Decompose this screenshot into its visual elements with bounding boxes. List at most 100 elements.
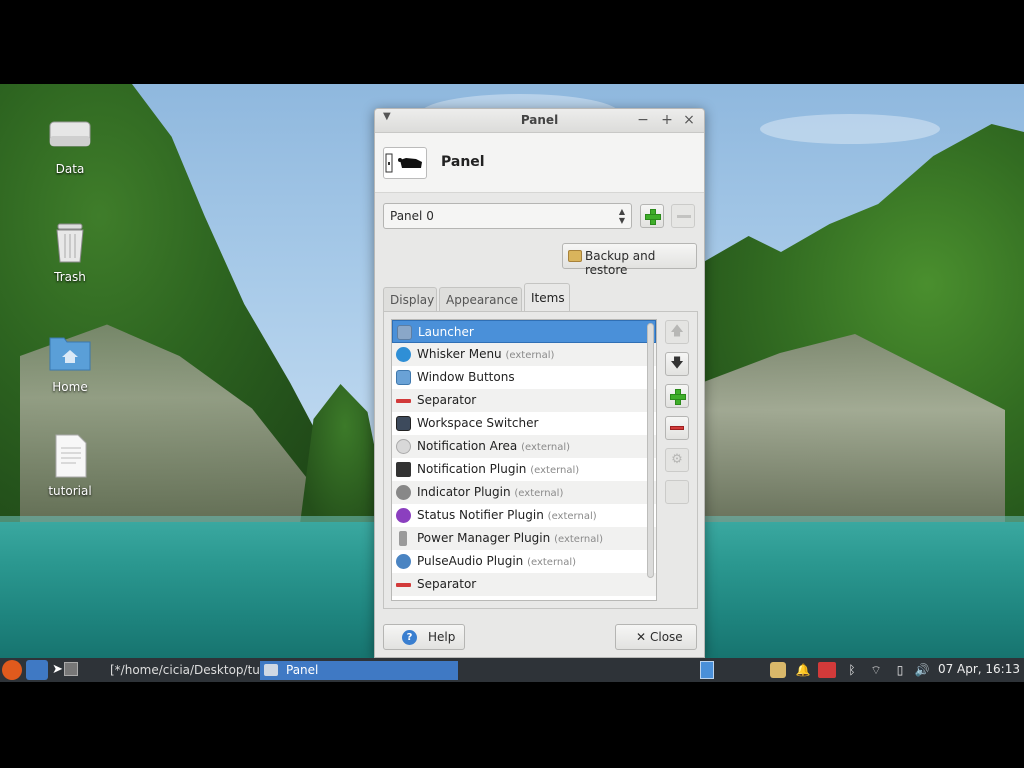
backup-restore-button[interactable]: Backup and restore xyxy=(562,243,697,277)
item-name: Separator xyxy=(417,393,477,407)
panel-select-value: Panel 0 xyxy=(390,209,434,223)
notification-plugin-icon xyxy=(396,462,411,477)
home-folder-icon xyxy=(48,330,92,374)
volume-icon[interactable]: 🔊 xyxy=(914,662,930,678)
close-icon: ✕ xyxy=(636,630,647,644)
item-properties-button[interactable]: ⚙ xyxy=(665,448,689,472)
task-panel[interactable]: Panel xyxy=(260,661,458,680)
desktop-icon-label: tutorial xyxy=(48,484,92,498)
tab-items[interactable]: Items xyxy=(524,283,570,313)
remove-icon xyxy=(677,215,691,218)
desktop-icon-trash[interactable]: Trash xyxy=(36,220,104,284)
list-item[interactable]: Launcher xyxy=(392,320,656,343)
task-label: [*/home/cicia/Desktop/tutori... xyxy=(110,663,260,677)
ubuntu-menu-icon[interactable] xyxy=(2,660,22,680)
bluetooth-icon[interactable]: ᛒ xyxy=(844,662,860,678)
panel-select[interactable]: Panel 0 ▲ ▼ xyxy=(383,203,632,229)
help-label: Help xyxy=(428,630,456,644)
item-name: Status Notifier Plugin xyxy=(417,508,544,522)
move-up-button[interactable]: 🡅 xyxy=(665,320,689,344)
dialog-header: Panel xyxy=(375,133,704,193)
wifi-icon[interactable]: ⌔ xyxy=(868,662,884,678)
remove-panel-button[interactable] xyxy=(671,204,695,228)
item-external-tag: (external) xyxy=(530,465,580,476)
item-name: Launcher xyxy=(418,325,474,339)
item-name: Notification Area xyxy=(417,439,518,453)
desktop-icon-data[interactable]: Data xyxy=(36,112,104,176)
tab-label: Display xyxy=(390,293,435,307)
item-external-tag: (external) xyxy=(527,557,577,568)
minimize-icon[interactable]: − xyxy=(634,111,652,129)
pointer-icon: ➤ xyxy=(52,662,63,677)
remove-item-button[interactable] xyxy=(665,416,689,440)
window-titlebar[interactable]: ▼ Panel − + × xyxy=(375,109,704,133)
help-button[interactable]: ? Help xyxy=(383,624,465,650)
desktop-icon-label: Data xyxy=(55,162,85,176)
remove-icon xyxy=(670,426,684,430)
list-item[interactable]: Whisker Menu (external) xyxy=(392,343,656,366)
list-item[interactable]: PulseAudio Plugin (external) xyxy=(392,550,656,573)
separator-icon xyxy=(396,399,411,403)
task-text-editor[interactable]: [*/home/cicia/Desktop/tutori... xyxy=(84,661,260,680)
arrow-down-icon: 🡇 xyxy=(670,356,684,371)
battery-icon[interactable]: ▯ xyxy=(892,662,908,678)
add-icon xyxy=(670,389,686,405)
item-about-button[interactable] xyxy=(665,480,689,504)
list-item[interactable]: Notification Plugin (external) xyxy=(392,458,656,481)
bell-icon[interactable]: 🔔 xyxy=(795,662,811,678)
separator-icon xyxy=(396,583,411,587)
workspace-switcher[interactable] xyxy=(700,661,714,679)
spin-arrows-icon: ▲ ▼ xyxy=(618,207,625,225)
item-external-tag: (external) xyxy=(505,350,555,361)
desktop-icon-home[interactable]: Home xyxy=(36,330,104,394)
clock[interactable]: 07 Apr, 16:13 xyxy=(938,662,1020,676)
tray-app-icon[interactable] xyxy=(770,662,786,678)
list-item[interactable]: Indicator Plugin (external) xyxy=(392,481,656,504)
whisker-menu-icon xyxy=(396,347,411,362)
close-window-icon[interactable]: × xyxy=(680,111,698,129)
tab-display[interactable]: Display xyxy=(383,287,437,313)
task-label: Panel xyxy=(286,663,319,677)
item-name: Separator xyxy=(417,577,477,591)
folder-icon xyxy=(568,250,582,262)
list-item[interactable]: Status Notifier Plugin (external) xyxy=(392,504,656,527)
tab-label: Items xyxy=(531,291,565,305)
gear-icon: ⚙ xyxy=(671,452,683,467)
list-scrollbar[interactable] xyxy=(647,323,654,578)
item-name: Window Buttons xyxy=(417,370,515,384)
whisker-menu-button-icon[interactable] xyxy=(26,660,48,680)
tab-appearance[interactable]: Appearance xyxy=(439,287,522,313)
item-name: Notification Plugin xyxy=(417,462,527,476)
close-button[interactable]: ✕ Close xyxy=(615,624,697,650)
desktop-icon-label: Trash xyxy=(54,270,86,284)
add-item-button[interactable] xyxy=(665,384,689,408)
item-external-tag: (external) xyxy=(514,488,564,499)
move-down-button[interactable]: 🡇 xyxy=(665,352,689,376)
list-item[interactable]: Separator xyxy=(392,573,656,596)
indicator-plugin-icon xyxy=(396,485,411,500)
desktop-icon-tutorial[interactable]: tutorial xyxy=(36,434,104,498)
list-item[interactable]: Power Manager Plugin (external) xyxy=(392,527,656,550)
taskbar: ➤ [*/home/cicia/Desktop/tutori... Panel … xyxy=(0,658,1024,682)
trash-icon xyxy=(48,220,92,264)
dialog-title: Panel xyxy=(441,154,485,170)
item-external-tag: (external) xyxy=(554,534,604,545)
list-item[interactable]: Workspace Switcher xyxy=(392,412,656,435)
panel-icon xyxy=(383,147,427,179)
add-icon xyxy=(645,209,661,225)
item-name: Indicator Plugin xyxy=(417,485,511,499)
list-item[interactable]: Separator xyxy=(392,389,656,412)
screen-recorder-icon[interactable] xyxy=(818,662,836,678)
window-title: Panel xyxy=(520,113,559,127)
add-panel-button[interactable] xyxy=(640,204,664,228)
show-desktop-icon[interactable] xyxy=(64,662,78,676)
list-item[interactable]: Notification Area (external) xyxy=(392,435,656,458)
letterbox-top xyxy=(0,0,1024,84)
maximize-icon[interactable]: + xyxy=(658,111,676,129)
items-list[interactable]: Launcher Whisker Menu (external) Window … xyxy=(391,319,657,601)
workspace-switcher-icon xyxy=(396,416,411,431)
help-icon: ? xyxy=(402,630,417,645)
window-buttons-icon xyxy=(396,370,411,385)
list-item[interactable]: Window Buttons xyxy=(392,366,656,389)
item-name: Power Manager Plugin xyxy=(417,531,551,545)
